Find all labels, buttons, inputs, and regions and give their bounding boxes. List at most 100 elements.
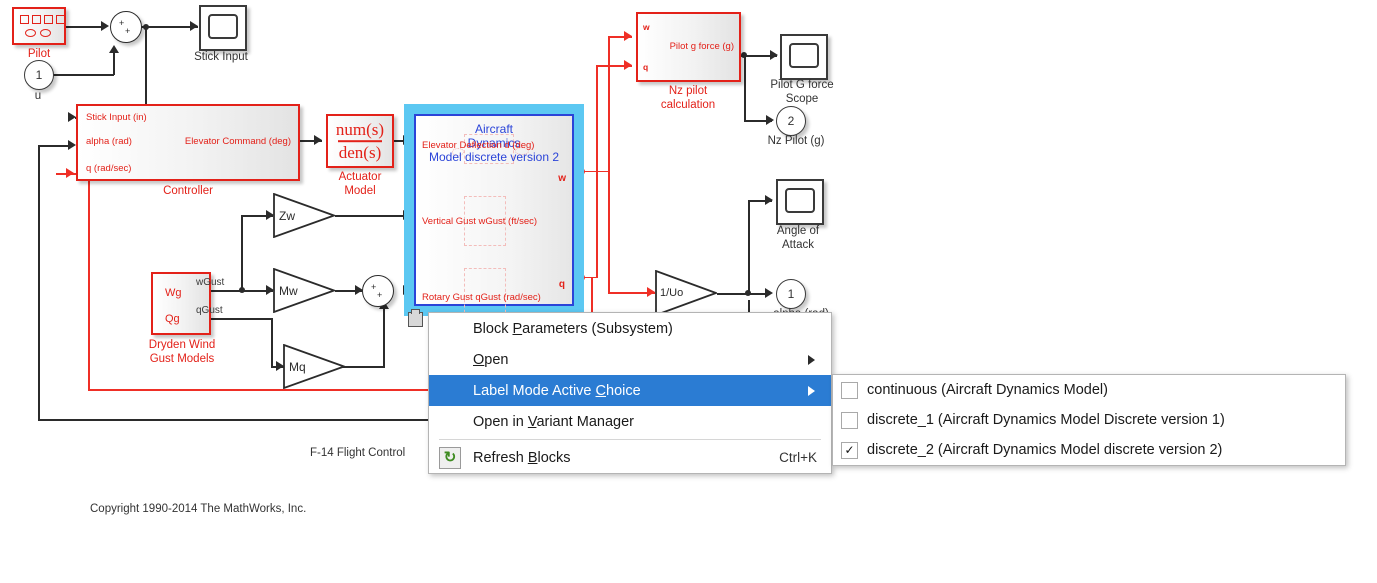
block-pilot-label: Pilot — [27, 48, 51, 60]
wire-u-up — [113, 52, 115, 75]
copyright-text: Copyright 1990-2014 The MathWorks, Inc. — [90, 503, 307, 515]
dryden-out1-label: Wg — [165, 287, 182, 299]
block-aoa-scope[interactable] — [776, 179, 824, 225]
menu-item-block-parameters[interactable]: Block Parameters (Subsystem) — [429, 313, 831, 344]
block-stick-input-scope[interactable] — [199, 5, 247, 51]
menu-item-label-mode-active-choice[interactable]: Label Mode Active Choice — [429, 375, 831, 406]
menu-item-label: Open — [473, 351, 509, 368]
block-pilot-g-scope[interactable] — [780, 34, 828, 80]
outport-nz-pilot[interactable]: 2 — [776, 106, 806, 136]
checkbox-discrete-2[interactable]: ✓ — [841, 441, 858, 459]
block-actuator-model[interactable]: num(s) den(s) — [326, 114, 394, 168]
outport-nz-number: 2 — [787, 114, 795, 128]
gain-uo-label: 1/Uo — [660, 287, 684, 299]
sum2-sign-2: + — [377, 290, 383, 300]
arrow-sum-in2 — [109, 45, 119, 53]
wire-alpha-fb-v — [38, 145, 40, 420]
block-aircraft-dynamics[interactable]: Aircraft Dynamics Model discrete version… — [404, 104, 584, 318]
outport-alpha-number: 1 — [787, 287, 795, 301]
arrow-controller-in1 — [68, 112, 76, 122]
signal-label-qgust: qGust — [196, 305, 223, 316]
block-gain-uo[interactable]: 1/Uo — [655, 270, 717, 316]
inport-u-label: u — [34, 90, 42, 102]
wire-wgust-up — [241, 215, 243, 291]
wire-q-up — [596, 65, 598, 277]
menu-item-open-in-variant-manager[interactable]: Open in Variant Manager — [429, 406, 831, 437]
menu-item-refresh-blocks[interactable]: ↻ Refresh Blocks Ctrl+K — [429, 442, 831, 473]
block-gain-mq[interactable]: Mq — [283, 344, 345, 389]
wire-w-up — [608, 36, 610, 171]
controller-in1-label: Stick Input (in) — [86, 112, 147, 123]
chevron-right-icon — [808, 354, 815, 365]
nz-in2-label: q — [643, 62, 649, 72]
wire-alpha-fb-h — [38, 145, 71, 147]
actuator-denominator: den(s) — [338, 142, 382, 162]
menu-item-label: Open in Variant Manager — [473, 413, 634, 430]
gain-mw-label: Mw — [279, 283, 298, 298]
chevron-right-icon — [808, 385, 815, 396]
nz-out1-label: Pilot g force (g) — [669, 41, 734, 52]
label-mode-submenu[interactable]: continuous (Aircraft Dynamics Model) dis… — [832, 374, 1346, 466]
resize-handle[interactable] — [408, 309, 423, 327]
submenu-item-discrete-1[interactable]: discrete_1 (Aircraft Dynamics Model Disc… — [833, 405, 1345, 435]
signal-label-wgust: wGust — [196, 277, 225, 288]
arrow-nz-in1 — [624, 31, 632, 41]
menu-item-open[interactable]: Open — [429, 344, 831, 375]
submenu-item-continuous[interactable]: continuous (Aircraft Dynamics Model) — [833, 375, 1345, 405]
controller-in3-label: q (rad/sec) — [86, 163, 132, 174]
aircraft-title-line3: Model discrete version 2 — [428, 150, 560, 164]
submenu-item-label: continuous (Aircraft Dynamics Model) — [867, 382, 1108, 398]
submenu-item-discrete-2[interactable]: ✓ discrete_2 (Aircraft Dynamics Model di… — [833, 435, 1345, 465]
context-menu[interactable]: Block Parameters (Subsystem) Open Label … — [428, 312, 832, 474]
aircraft-out1-label: w — [558, 173, 566, 184]
block-aoa-scope-label: Angle of Attack — [776, 225, 820, 251]
simulink-canvas: Pilot + + Stick Input 1 u Stick Input (i… — [0, 0, 1377, 583]
inport-u[interactable]: 1 — [24, 60, 54, 90]
wire-w-down-uo — [608, 171, 610, 293]
arrow-uo-in — [647, 287, 655, 297]
block-gain-mw[interactable]: Mw — [273, 268, 335, 313]
refresh-icon: ↻ — [439, 446, 461, 469]
sum1-sign-2: + — [125, 26, 131, 36]
submenu-item-label: discrete_2 (Aircraft Dynamics Model disc… — [867, 442, 1223, 458]
block-pilot[interactable] — [12, 7, 66, 45]
controller-in2-label: alpha (rad) — [86, 136, 132, 147]
wire-qgust-down — [271, 318, 273, 367]
arrow-alpha-out — [765, 288, 773, 298]
block-controller[interactable]: Stick Input (in) alpha (rad) q (rad/sec)… — [76, 104, 300, 181]
block-sum-2[interactable]: + + — [362, 275, 394, 307]
wire-nz-down — [744, 55, 746, 121]
arrow-controller-in3 — [66, 168, 74, 178]
menu-item-label: Block Parameters (Subsystem) — [473, 320, 673, 337]
block-nz-pilot-calculation[interactable]: w q Pilot g force (g) — [636, 12, 741, 82]
wire-uo-out — [717, 293, 767, 295]
block-controller-label: Controller — [163, 185, 213, 197]
arrow-actuator-in — [314, 135, 322, 145]
aircraft-in3-label: Rotary Gust qGust (rad/sec) — [422, 292, 541, 303]
actuator-numerator: num(s) — [335, 120, 385, 140]
block-gain-zw[interactable]: Zw — [273, 193, 335, 238]
outport-alpha[interactable]: 1 — [776, 279, 806, 309]
outport-nz-label: Nz Pilot (g) — [767, 135, 825, 147]
arrow-nz-in2 — [624, 60, 632, 70]
inport-u-number: 1 — [35, 68, 43, 82]
aircraft-title-line1: Aircraft — [474, 122, 513, 136]
menu-item-shortcut: Ctrl+K — [779, 450, 817, 465]
aircraft-dynamics-body: Aircraft Dynamics Model discrete version… — [414, 114, 574, 318]
arrow-aoa-scope-in — [765, 195, 773, 205]
aircraft-out2-label: q — [558, 279, 565, 290]
sum1-sign-1: + — [119, 18, 125, 28]
gain-zw-label: Zw — [279, 208, 295, 223]
submenu-item-label: discrete_1 (Aircraft Dynamics Model Disc… — [867, 412, 1225, 428]
arrow-controller-in2 — [68, 140, 76, 150]
wire-alpha-up — [748, 200, 750, 294]
aircraft-in1-label: Elevator Deflection d (deg) — [422, 140, 535, 151]
menu-separator — [439, 439, 821, 440]
menu-item-label: Label Mode Active Choice — [473, 382, 641, 399]
dryden-out2-label: Qg — [165, 313, 180, 325]
gain-mq-label: Mq — [289, 359, 306, 374]
block-sum-1[interactable]: + + — [110, 11, 142, 43]
nz-in1-label: w — [643, 22, 650, 32]
checkbox-continuous[interactable] — [841, 381, 858, 399]
checkbox-discrete-1[interactable] — [841, 411, 858, 429]
